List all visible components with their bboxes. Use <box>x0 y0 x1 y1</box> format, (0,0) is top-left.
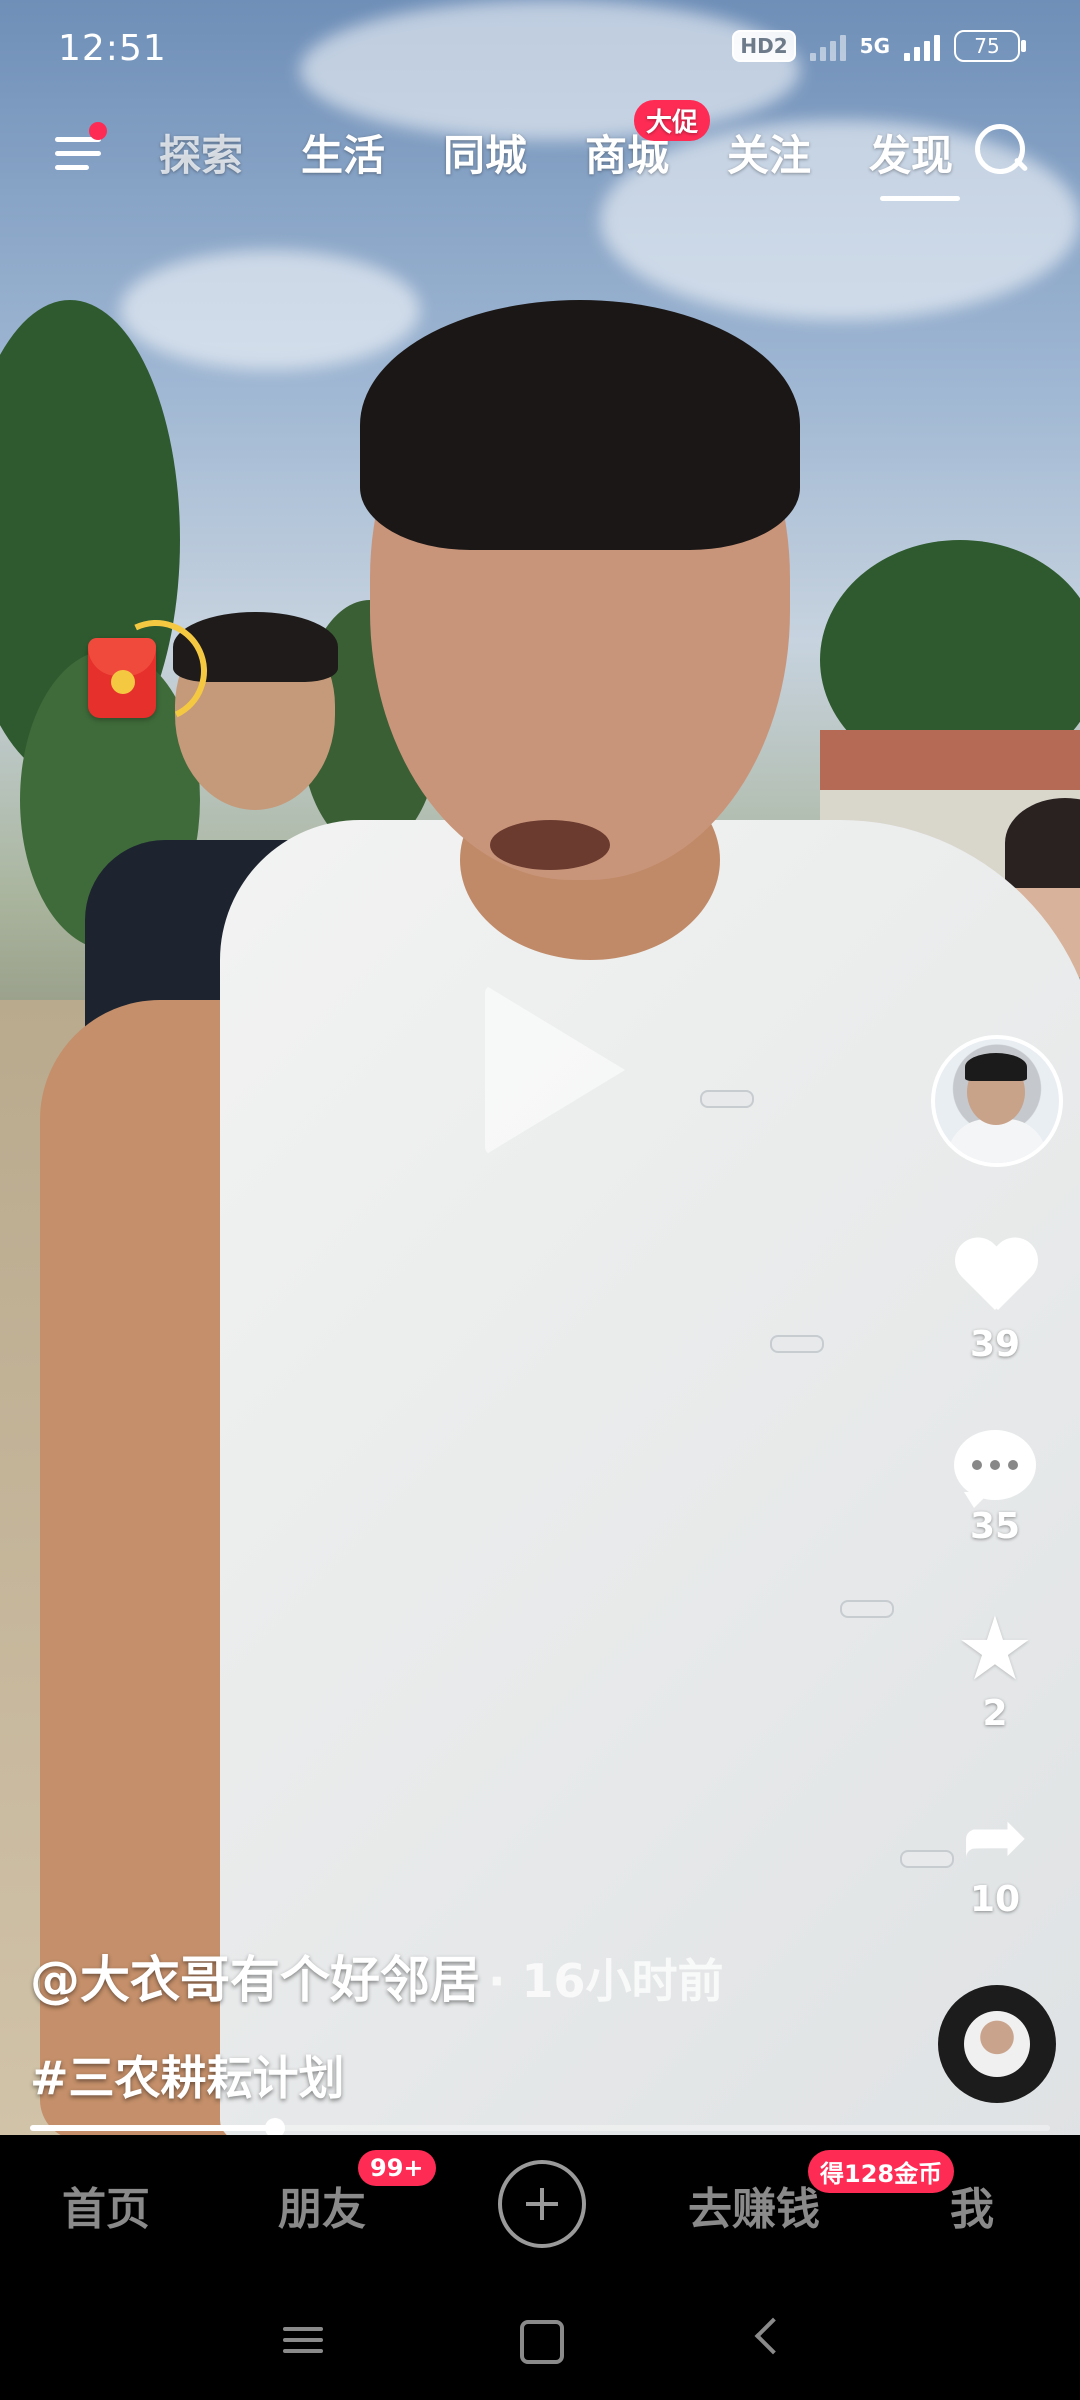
system-menu-icon[interactable] <box>283 2320 323 2360</box>
nav-home[interactable]: 首页 <box>62 2173 150 2237</box>
like-count: 39 <box>969 1324 1021 1365</box>
progress-fill <box>30 2125 275 2131</box>
video-caption: @大衣哥有个好邻居 · 16小时前 #三农耕耘计划 <box>30 1940 910 2108</box>
favorite-count: 2 <box>982 1693 1008 1734</box>
share-count: 10 <box>969 1879 1021 1920</box>
tab-following[interactable]: 关注 <box>698 122 840 183</box>
share-icon: ➦ <box>961 1790 1029 1883</box>
plus-icon[interactable] <box>498 2160 586 2248</box>
video-progress-bar[interactable] <box>30 2118 1050 2138</box>
tab-local[interactable]: 同城 <box>414 122 556 183</box>
star-icon: ★ <box>955 1597 1035 1700</box>
status-time: 12:51 <box>58 28 167 69</box>
nav-me[interactable]: 我 <box>950 2173 994 2237</box>
status-icons: HD2 5G 75 <box>732 30 1026 62</box>
author-name[interactable]: @大衣哥有个好邻居 <box>30 1951 480 2009</box>
status-bar: 12:51 HD2 5G 75 <box>0 0 1080 110</box>
comment-button[interactable]: 35 <box>925 1430 1065 1547</box>
tab-explore[interactable]: 探索 <box>130 122 272 183</box>
nav-earn[interactable]: 去赚钱 <box>688 2173 820 2237</box>
system-home-icon[interactable] <box>520 2320 564 2364</box>
network-type: 5G <box>859 34 890 58</box>
hashtag-link[interactable]: #三农耕耘计划 <box>30 2042 910 2108</box>
bottom-nav: 首页 朋友 99+ 去赚钱 得128金币 我 <box>0 2135 1080 2275</box>
battery-icon: 75 <box>954 30 1026 62</box>
screen: 12:51 HD2 5G 75 探索 生活 同城 商城 大促 关注 发现 39 … <box>0 0 1080 2400</box>
heart-icon <box>952 1240 1038 1318</box>
red-packet-icon[interactable] <box>85 605 222 737</box>
post-time: · 16小时前 <box>488 1954 724 2008</box>
tab-life[interactable]: 生活 <box>272 122 414 183</box>
comment-icon <box>954 1430 1036 1508</box>
system-nav-bar <box>0 2275 1080 2400</box>
notification-dot <box>89 122 107 140</box>
comment-count: 35 <box>969 1506 1021 1547</box>
tab-discover[interactable]: 发现 <box>840 122 982 201</box>
nav-friends[interactable]: 朋友 <box>278 2173 366 2237</box>
play-icon[interactable] <box>485 985 625 1155</box>
hd-icon: HD2 <box>732 30 796 62</box>
earn-badge: 得128金币 <box>808 2150 955 2193</box>
top-nav: 探索 生活 同城 商城 大促 关注 发现 <box>0 100 1080 201</box>
main-person <box>40 280 1080 2135</box>
like-button[interactable]: 39 <box>925 1240 1065 1365</box>
system-back-icon[interactable] <box>754 2317 792 2355</box>
battery-level: 75 <box>974 34 1000 58</box>
top-tabs: 探索 生活 同城 商城 大促 关注 发现 <box>130 100 1010 201</box>
signal-icon <box>904 31 940 61</box>
favorite-button[interactable]: ★ 2 <box>925 1597 1065 1735</box>
signal-icon <box>809 31 846 61</box>
search-icon[interactable] <box>975 124 1031 180</box>
friends-badge: 99+ <box>358 2150 436 2186</box>
tab-mall[interactable]: 商城 大促 <box>556 100 710 183</box>
author-avatar[interactable] <box>931 1035 1063 1167</box>
share-button[interactable]: ➦ 10 <box>925 1790 1065 1921</box>
menu-icon[interactable] <box>55 122 107 178</box>
music-disc-icon[interactable] <box>938 1985 1056 2103</box>
